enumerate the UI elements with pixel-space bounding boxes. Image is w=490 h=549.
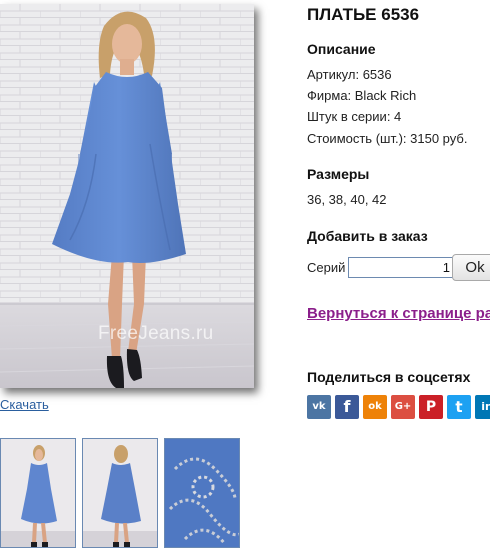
add-to-order-heading: Добавить в заказ: [307, 228, 428, 244]
thumbnail-front-image: [1, 439, 75, 547]
thumbnail-detail-image: [165, 439, 239, 547]
sizes-heading: Размеры: [307, 166, 370, 182]
product-title: ПЛАТЬЕ 6536: [307, 5, 420, 24]
product-article: Артикул: 6536: [307, 67, 392, 82]
main-product-photo[interactable]: FreeJeans.ru: [0, 4, 254, 388]
watermark: FreeJeans.ru: [98, 323, 214, 344]
product-brand: Фирма: Black Rich: [307, 88, 417, 103]
twitter-icon[interactable]: t: [447, 395, 471, 419]
download-link[interactable]: Скачать: [0, 397, 49, 412]
google-plus-icon[interactable]: G+: [391, 395, 415, 419]
sizes-list: 36, 38, 40, 42: [307, 192, 387, 207]
series-quantity-input[interactable]: [348, 257, 454, 278]
thumbnail-detail[interactable]: [164, 438, 240, 548]
thumbnail-back-image: [83, 439, 157, 547]
odnoklassniki-icon[interactable]: ok: [363, 395, 387, 419]
ok-button[interactable]: Ok: [452, 254, 490, 281]
vk-icon[interactable]: vk: [307, 395, 331, 419]
back-to-section-link[interactable]: Вернуться к странице раздела: [307, 305, 490, 322]
description-heading: Описание: [307, 41, 376, 57]
linkedin-icon[interactable]: in: [475, 395, 490, 419]
thumbnail-front[interactable]: [0, 438, 76, 548]
product-per-series: Штук в серии: 4: [307, 109, 402, 124]
pinterest-icon[interactable]: P: [419, 395, 443, 419]
thumbnail-back[interactable]: [82, 438, 158, 548]
facebook-icon[interactable]: f: [335, 395, 359, 419]
product-price: Стоимость (шт.): 3150 руб.: [307, 131, 468, 146]
share-heading: Поделиться в соцсетях: [307, 369, 471, 385]
series-label: Серий: [307, 260, 346, 275]
